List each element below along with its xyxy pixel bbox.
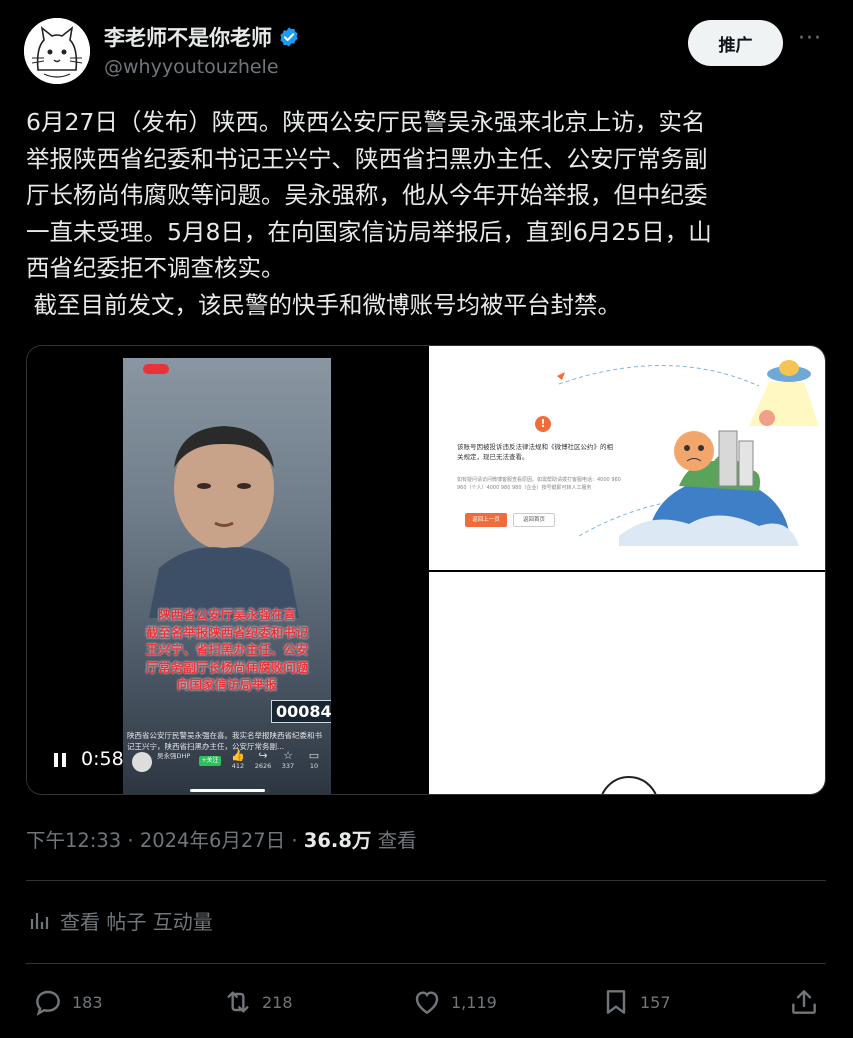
- star-stat: ☆ 337: [275, 749, 301, 771]
- back-button: 返回上一页: [465, 513, 507, 527]
- error-detail: 如有疑问请访问微博客服查看原因。如需帮助请拨打客服电话：4000 960 960…: [457, 477, 621, 491]
- media-grid: 陕西省公安厅吴永强在喜 截至名举报陕西省纪委和书记 王兴宁、省扫黑办主任、公安 …: [26, 345, 826, 795]
- person-image: [149, 426, 299, 618]
- warning-icon: !: [535, 416, 551, 432]
- video-time: 0:58: [81, 748, 124, 770]
- handle[interactable]: @whyyoutouzhele: [104, 56, 279, 78]
- share-stat: ↪ 2626: [250, 749, 276, 771]
- comment-icon: ▭: [308, 749, 320, 762]
- video-overlay-text: 陕西省公安厅吴永强在喜 截至名举报陕西省纪委和书记 王兴宁、省扫黑办主任、公安 …: [145, 607, 309, 692]
- retweet-button[interactable]: 218: [222, 984, 293, 1020]
- promote-button[interactable]: 推广: [688, 20, 783, 66]
- share-icon: [792, 990, 816, 1014]
- bookmark-count: 157: [640, 992, 671, 1012]
- heart-icon: [415, 991, 439, 1015]
- retweet-count: 218: [262, 992, 293, 1012]
- thumb-up-icon: 👍: [231, 749, 245, 762]
- tweet-header: 李老师不是你老师 @whyyoutouzhele 推广 ···: [24, 18, 829, 84]
- more-dots-icon[interactable]: ···: [796, 28, 824, 54]
- comment-stat: ▭ 10: [301, 749, 327, 771]
- tweet-date[interactable]: 2024年6月27日: [140, 829, 285, 852]
- pause-icon[interactable]: [53, 752, 67, 768]
- home-button: 返回首页: [513, 513, 555, 527]
- blank-image[interactable]: [429, 572, 825, 794]
- views-label: 查看: [377, 829, 417, 852]
- like-button[interactable]: 1,119: [411, 984, 497, 1020]
- tweet-text: 6月27日（发布）陕西。陕西公安厅民警吴永强来北京上访，实名 举报陕西省纪委和书…: [26, 108, 712, 319]
- share-icon: ↪: [258, 749, 268, 762]
- bookmark-button[interactable]: 157: [600, 984, 671, 1020]
- loading-circle: [599, 776, 659, 794]
- cat-sketch-icon: [24, 18, 90, 84]
- retweet-icon: [227, 991, 249, 1013]
- analytics-label: 查看 帖子 互动量: [60, 910, 213, 934]
- avatar[interactable]: [24, 18, 90, 84]
- divider: [26, 880, 826, 881]
- reply-icon: [36, 990, 60, 1016]
- star-icon: ☆: [283, 749, 293, 762]
- police-badge-number: 000849: [271, 700, 331, 723]
- video-progress-bar[interactable]: [190, 789, 265, 792]
- video-frame: 陕西省公安厅吴永强在喜 截至名举报陕西省纪委和书记 王兴宁、省扫黑办主任、公安 …: [123, 358, 331, 794]
- bookmark-icon: [606, 990, 626, 1014]
- video-player[interactable]: 陕西省公安厅吴永强在喜 截至名举报陕西省纪委和书记 王兴宁、省扫黑办主任、公安 …: [27, 346, 428, 794]
- share-button[interactable]: [788, 984, 820, 1020]
- divider: [26, 963, 826, 964]
- weibo-error-screenshot[interactable]: ! 该账号因被投诉违反法律法规和《微博社区公约》的相关规定，现已无法查看。 如有…: [429, 346, 825, 570]
- recording-pill: [143, 364, 169, 374]
- channel-avatar: [132, 752, 152, 772]
- verified-badge-icon: [280, 27, 298, 47]
- like-stat: 👍 412: [225, 749, 251, 771]
- view-count: 36.8万: [303, 829, 372, 852]
- follow-button: +关注: [199, 756, 221, 766]
- tweet-meta: 下午12:33 · 2024年6月27日 · 36.8万 查看: [26, 829, 417, 852]
- error-title: 该账号因被投诉违反法律法规和《微博社区公约》的相关规定，现已无法查看。: [457, 443, 613, 461]
- name-row: 李老师不是你老师: [104, 22, 300, 52]
- reply-count: 183: [72, 992, 103, 1012]
- reply-button[interactable]: 183: [32, 984, 103, 1020]
- display-name[interactable]: 李老师不是你老师: [104, 22, 272, 52]
- video-controls: 0:58 吴永强DHP +关注 👍 412 ↪ 2626 ☆ 337 ▭ 10: [27, 742, 428, 794]
- like-count: 1,119: [451, 992, 497, 1012]
- tweet-time[interactable]: 下午12:33: [26, 829, 121, 852]
- view-analytics[interactable]: 查看 帖子 互动量: [28, 906, 213, 935]
- analytics-icon: [30, 912, 49, 929]
